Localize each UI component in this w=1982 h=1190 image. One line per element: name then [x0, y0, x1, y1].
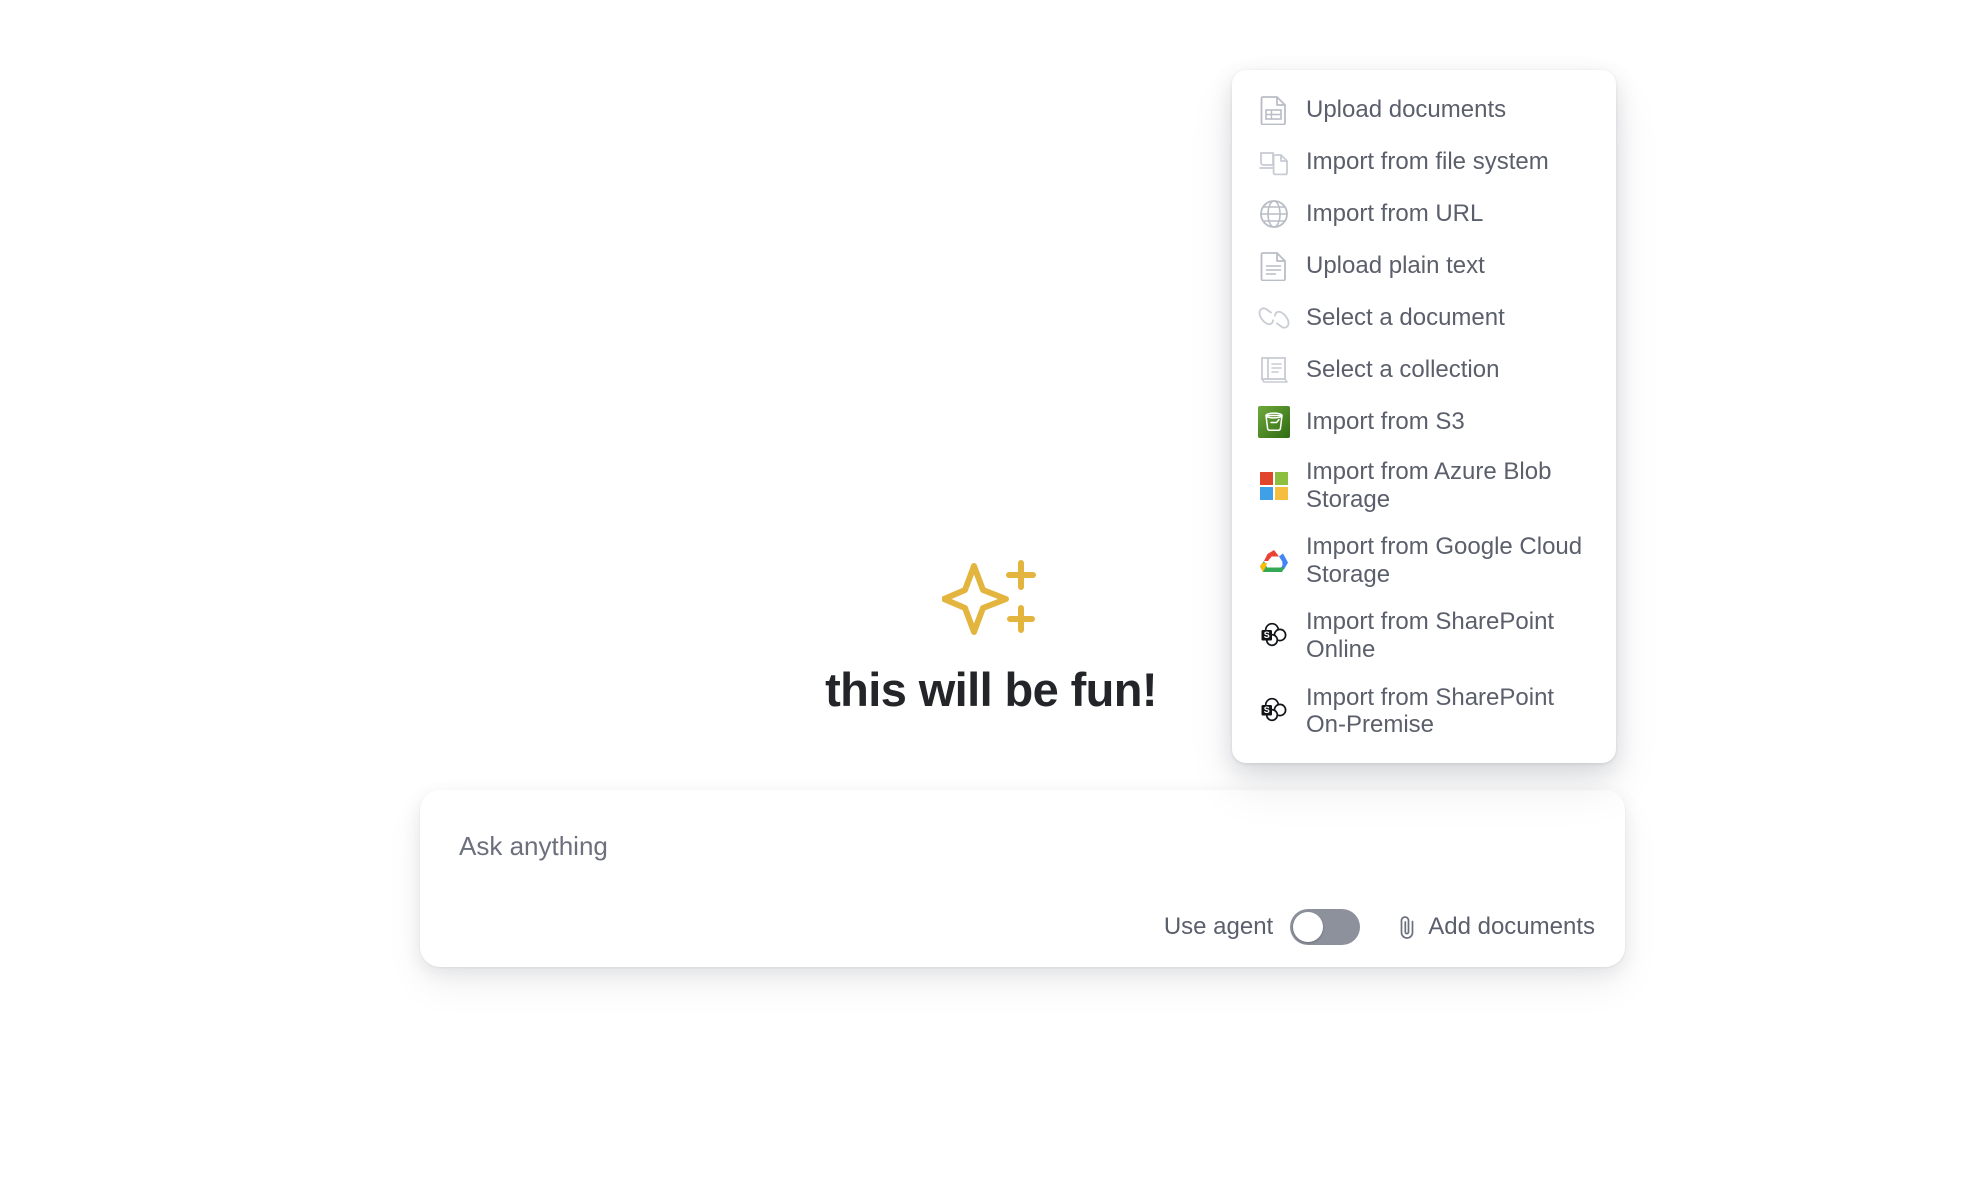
aws-s3-icon	[1258, 406, 1290, 438]
menu-item-import-from-azure-blob-storage[interactable]: Import from Azure Blob Storage	[1232, 448, 1616, 523]
sharepoint-icon: S	[1258, 695, 1290, 727]
file-system-icon	[1258, 146, 1290, 178]
menu-item-label: Import from S3	[1306, 408, 1465, 436]
menu-item-upload-plain-text[interactable]: Upload plain text	[1232, 240, 1616, 292]
use-agent-toggle[interactable]	[1290, 909, 1361, 945]
paperclip-icon	[1396, 914, 1418, 940]
book-collection-icon	[1258, 354, 1290, 386]
menu-item-import-from-file-system[interactable]: Import from file system	[1232, 136, 1616, 188]
sparkle-icon	[0, 560, 1982, 642]
link-chain-icon	[1258, 302, 1290, 334]
menu-item-label: Import from Azure Blob Storage	[1306, 458, 1552, 513]
sharepoint-icon: S	[1258, 620, 1290, 652]
menu-item-select-a-document[interactable]: Select a document	[1232, 292, 1616, 344]
google-cloud-icon	[1258, 545, 1290, 577]
menu-item-import-from-url[interactable]: Import from URL	[1232, 188, 1616, 240]
add-documents-button[interactable]: Add documents	[1396, 913, 1595, 941]
page-title: this will be fun!	[825, 663, 1157, 716]
ask-anything-input[interactable]	[459, 826, 1586, 866]
svg-text:S: S	[1264, 705, 1270, 715]
menu-item-label: Upload documents	[1306, 96, 1507, 124]
toggle-knob	[1293, 912, 1324, 942]
menu-item-upload-documents[interactable]: Upload documents	[1232, 84, 1616, 136]
menu-item-import-from-google-cloud-storage[interactable]: Import from Google Cloud Storage	[1232, 523, 1616, 598]
menu-item-label: Upload plain text	[1306, 252, 1485, 280]
menu-item-select-a-collection[interactable]: Select a collection	[1232, 344, 1616, 396]
menu-item-label: Select a document	[1306, 304, 1505, 332]
empty-state: this will be fun!	[0, 560, 1982, 716]
menu-item-label: Select a collection	[1306, 356, 1500, 384]
globe-icon	[1258, 198, 1290, 230]
menu-item-import-from-s3[interactable]: Import from S3	[1232, 396, 1616, 448]
microsoft-azure-icon	[1258, 470, 1290, 502]
use-agent-label: Use agent	[1163, 913, 1274, 940]
menu-item-label: Import from Google Cloud Storage	[1306, 533, 1583, 588]
menu-item-label: Import from file system	[1306, 148, 1549, 176]
composer-toolbar: Use agent Add documents	[1164, 909, 1595, 945]
add-documents-label: Add documents	[1428, 913, 1595, 940]
menu-item-label: Import from URL	[1306, 200, 1484, 228]
menu-item-label: Import from SharePoint On-Premise	[1306, 683, 1555, 739]
menu-item-import-from-sharepoint-online[interactable]: S Import from SharePoint Online	[1232, 598, 1616, 673]
svg-text:S: S	[1264, 630, 1270, 640]
add-documents-menu: Upload documents Import from file system…	[1232, 70, 1616, 763]
menu-item-import-from-sharepoint-on-premise[interactable]: S Import from SharePoint On-Premise	[1232, 674, 1616, 749]
document-text-icon	[1258, 250, 1290, 282]
menu-item-label: Import from SharePoint Online	[1306, 608, 1555, 663]
composer-card: Use agent Add documents	[420, 790, 1625, 967]
document-table-icon	[1258, 94, 1290, 126]
